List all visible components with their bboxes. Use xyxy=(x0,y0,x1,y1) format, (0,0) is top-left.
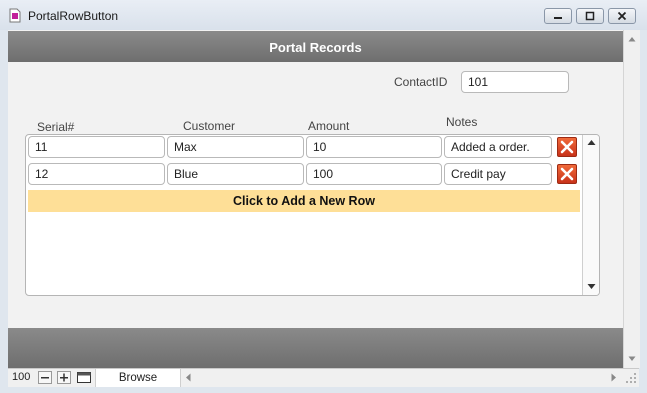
window-scrollbar[interactable] xyxy=(623,30,640,368)
add-new-row-button[interactable]: Click to Add a New Row xyxy=(28,190,580,212)
column-header-notes: Notes xyxy=(446,115,478,129)
amount-field[interactable]: 10 xyxy=(306,136,442,158)
footer-band xyxy=(8,328,623,368)
page-title: Portal Records xyxy=(269,40,362,55)
window-title: PortalRowButton xyxy=(28,9,119,23)
customer-field[interactable]: Max xyxy=(167,136,304,158)
minimize-icon xyxy=(554,17,562,19)
serial-field[interactable]: 11 xyxy=(28,136,165,158)
column-header-amount: Amount xyxy=(308,119,350,133)
mode-indicator[interactable]: Browse xyxy=(95,369,181,387)
layout-area: Portal Records ContactID 101 Serial# Cus… xyxy=(8,30,623,368)
layout-icon[interactable] xyxy=(77,371,91,384)
maximize-icon xyxy=(585,11,595,21)
contact-id-field[interactable]: 101 xyxy=(461,71,569,93)
scroll-down-icon[interactable] xyxy=(587,283,596,290)
delete-icon xyxy=(560,167,574,181)
contact-id-label: ContactID xyxy=(394,75,448,89)
scroll-up-icon[interactable] xyxy=(628,36,636,42)
delete-row-button[interactable] xyxy=(557,137,577,157)
column-header-customer: Customer xyxy=(183,119,236,133)
status-bar: 100 Browse xyxy=(8,368,639,387)
close-icon xyxy=(617,11,627,21)
header-band: Portal Records xyxy=(8,31,623,62)
amount-field[interactable]: 100 xyxy=(306,163,442,185)
title-bar: PortalRowButton xyxy=(0,0,647,30)
zoom-out-icon[interactable] xyxy=(38,371,52,384)
notes-field[interactable]: Added a order. xyxy=(444,136,552,158)
resize-grip-icon[interactable] xyxy=(626,373,637,384)
portal: 11 Max 10 Added a order. 12 Blue 100 Cre… xyxy=(25,134,600,296)
serial-field[interactable]: 12 xyxy=(28,163,165,185)
zoom-level[interactable]: 100 xyxy=(12,371,30,383)
scroll-right-icon[interactable] xyxy=(611,373,617,382)
customer-field[interactable]: Blue xyxy=(167,163,304,185)
close-button[interactable] xyxy=(608,8,636,24)
file-icon xyxy=(9,8,21,23)
notes-field[interactable]: Credit pay xyxy=(444,163,552,185)
zoom-in-icon[interactable] xyxy=(57,371,71,384)
scroll-down-icon[interactable] xyxy=(628,356,636,362)
column-header-serial: Serial# xyxy=(37,120,75,134)
portal-scrollbar[interactable] xyxy=(582,135,599,295)
maximize-button[interactable] xyxy=(576,8,604,24)
minimize-button[interactable] xyxy=(544,8,572,24)
delete-row-button[interactable] xyxy=(557,164,577,184)
scroll-left-icon[interactable] xyxy=(185,373,191,382)
delete-icon xyxy=(560,140,574,154)
scroll-up-icon[interactable] xyxy=(587,139,596,146)
